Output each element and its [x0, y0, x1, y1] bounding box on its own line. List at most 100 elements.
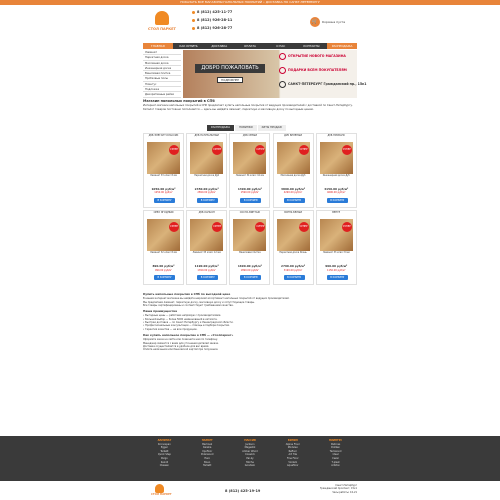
cart-icon: 🛒: [310, 17, 320, 27]
phone-text: 8 (812) 926-28-77: [197, 26, 233, 30]
sale-sticker: СУПЕР ЦЕНЫ: [341, 222, 352, 233]
tab-new[interactable]: НОВИНКИ: [235, 125, 257, 131]
product-old-price: 1150.00 руб/м²: [326, 268, 346, 272]
header: СТОЛ ПАРКЕТ 8 (812) 425-11-77 8 (812) 92…: [130, 5, 370, 43]
add-to-cart-button[interactable]: В КОРЗИНУ: [240, 198, 262, 203]
add-to-cart-button[interactable]: В КОРЗИНУ: [283, 198, 305, 203]
footer-phone[interactable]: 8 (812) 425-19-19: [225, 489, 260, 493]
nav-item-payment[interactable]: ОПЛАТА: [235, 43, 265, 49]
add-to-cart-button[interactable]: В КОРЗИНУ: [154, 275, 175, 281]
sidebar-item[interactable]: Декоративные рейки: [143, 92, 181, 98]
nav-item-delivery[interactable]: ДОСТАВКА: [204, 43, 234, 49]
footer-column: ПЛИНТУС Pedross Dollken Teckwood Ideal Cezar T…: [314, 439, 357, 468]
product-old-price: 2890.00 руб/м²: [197, 191, 216, 195]
product-title[interactable]: ДУБ СЕРЫЙ: [230, 134, 269, 142]
logo[interactable]: СТОЛ ПАРКЕТ: [147, 11, 177, 36]
product-card[interactable]: ДУБ КАНЬОНСУПЕР ЦЕНЫЛаминат 33 класс 12 …: [186, 210, 228, 286]
product-title[interactable]: ВЕНГЕ: [317, 211, 356, 219]
product-title[interactable]: ДУБ ЭЛЕГАНТ КЛАССИК: [144, 134, 183, 142]
seo-heading: Наши преимущества: [143, 309, 177, 314]
add-to-cart-button[interactable]: В КОРЗИНУ: [197, 198, 219, 203]
nav-item-how-to-buy[interactable]: КАК КУПИТЬ: [174, 43, 204, 49]
sale-sticker: СУПЕР ЦЕНЫ: [341, 145, 352, 155]
product-grid: ДУБ ЭЛЕГАНТ КЛАССИК СУПЕР ЦЕНЫ Ламинат 33 …: [143, 133, 357, 286]
footer: ЛАМИНАТ Kronospan Egger Tarkett Quick Step Pe…: [0, 436, 500, 481]
product-description: Ламинат 33 класс 12 мм: [192, 251, 221, 255]
product-title[interactable]: ЯСЕНЬ БЕЛЫЙ: [274, 211, 313, 219]
cart-button[interactable]: 🛒 Корзина пуста: [310, 17, 370, 31]
logo-icon: [154, 484, 164, 493]
tab-sale[interactable]: РАСПРОДАЖА: [207, 125, 235, 131]
product-description: Виниловая плитка: [239, 251, 261, 255]
product-card[interactable]: ДУБ СЕРЫЙСУПЕР ЦЕНЫЛаминат 34 класс 10 м…: [229, 133, 271, 208]
product-title[interactable]: ДУБ БЕЛЕНЫЙ: [274, 134, 313, 142]
footer-column: МАССИВ Jackson Magestik Amber Wood Coswick Pa…: [229, 439, 272, 468]
product-title[interactable]: ДУБ ПРОВАНС: [317, 134, 356, 142]
product-title[interactable]: ДУБ НАТУРАЛЬНЫЙ: [187, 134, 226, 142]
product-title[interactable]: ДУБ КАНЬОН: [187, 211, 226, 219]
main-nav: ГЛАВНАЯ КАК КУПИТЬ ДОСТАВКА ОПЛАТА О НАС…: [143, 43, 358, 49]
product-card[interactable]: ЯСЕНЬ БЕЛЫЙ СУПЕР ЦЕНЫ Паркетная доска Ясе…: [272, 210, 314, 286]
product-card[interactable]: ОРЕХ ЯГОДНЫЙСУПЕР ЦЕНЫЛаминат 32 класс 8…: [143, 210, 184, 286]
product-description: Инженерная доска Дуб: [322, 174, 350, 177]
product-title[interactable]: СОСНА ВИНТАЖ: [230, 211, 269, 219]
product-description: Ламинат 32 класс 8 мм: [150, 251, 177, 255]
phone-text: 8 (812) 425-11-77: [197, 10, 233, 14]
add-to-cart-button[interactable]: В КОРЗИНУ: [240, 275, 262, 281]
footer-logo[interactable]: СТОЛ ПАРКЕТ: [151, 484, 172, 498]
footer-columns: ЛАМИНАТ Kronospan Egger Tarkett Quick Step Pe…: [143, 439, 357, 468]
seo-heading: Как купить напольное покрытие в СПб — «С…: [143, 332, 234, 337]
product-card[interactable]: ДУБ ПРОВАНС СУПЕР ЦЕНЫ Инженерная доска Ду…: [315, 133, 357, 208]
phone-number[interactable]: 8 (812) 926-28-77: [192, 25, 252, 31]
sale-sticker: СУПЕР ЦЕНЫ: [298, 145, 309, 155]
banner-welcome: ДОБРО ПОЖАЛОВАТЬ: [195, 64, 265, 73]
add-to-cart-button[interactable]: В КОРЗИНУ: [154, 198, 175, 203]
product-description: Паркетная доска Ясень: [279, 251, 307, 255]
product-card[interactable]: ДУБ НАТУРАЛЬНЫЙСУПЕР ЦЕНЫПаркетная доска…: [186, 133, 228, 208]
banner-gifts: ПОДАРКИ ВСЕМ ПОКУПАТЕЛЯМ: [288, 68, 347, 72]
nav-item-contacts[interactable]: КОНТАКТЫ: [297, 43, 327, 49]
product-tabs: РАСПРОДАЖА НОВИНКИ ХИТЫ ПРОДАЖ: [207, 125, 287, 131]
phone-icon: [192, 26, 195, 30]
text-line: Все товары сертифицированы и соответству…: [143, 303, 234, 307]
footer-link[interactable]: Classen: [143, 464, 186, 468]
product-description: Паркетная доска Дуб: [194, 174, 220, 177]
cart-label: Корзина пуста: [322, 20, 346, 24]
seo-heading: Купить напольные покрытия в СПб по выгод…: [143, 292, 231, 296]
tab-hits[interactable]: ХИТЫ ПРОДАЖ: [257, 125, 287, 131]
product-old-price: 1390.00 руб/м²: [197, 268, 216, 272]
gift-icon: [279, 67, 286, 74]
product-card[interactable]: ВЕНГЕСУПЕР ЦЕНЫЛаминат 33 класс 8 мм990.…: [315, 210, 357, 286]
add-to-cart-button[interactable]: В КОРЗИНУ: [326, 198, 348, 203]
product-title[interactable]: ОРЕХ ЯГОДНЫЙ: [144, 211, 183, 219]
footer-link[interactable]: Goodwin: [229, 464, 272, 468]
logo-icon: [155, 11, 169, 25]
footer-logo-text: СТОЛ ПАРКЕТ: [151, 493, 172, 496]
footer-link[interactable]: Aquafloor: [271, 464, 314, 468]
banner-more-button[interactable]: ПОДРОБНЕЕ: [217, 77, 243, 83]
footer-link[interactable]: Tarkett: [186, 464, 229, 468]
phone-number[interactable]: 8 (812) 425-11-77: [192, 9, 252, 15]
add-to-cart-button[interactable]: В КОРЗИНУ: [197, 275, 219, 281]
phone-number[interactable]: 8 (812) 926-28-11: [192, 17, 252, 23]
sale-sticker: СУПЕР ЦЕНЫ: [298, 222, 309, 233]
product-card[interactable]: ДУБ ЭЛЕГАНТ КЛАССИК СУПЕР ЦЕНЫ Ламинат 33 …: [143, 133, 184, 208]
add-to-cart-button[interactable]: В КОРЗИНУ: [326, 275, 348, 281]
product-old-price: 990.00 руб/м²: [154, 268, 173, 272]
intro-section: Магазин напольных покрытий в СПб Интерне…: [143, 99, 357, 124]
footer-link[interactable]: Arbiton: [314, 464, 357, 468]
product-old-price: 4290.00 руб/м²: [283, 191, 303, 195]
nav-item-sale[interactable]: РАСПРОДАЖА: [327, 43, 358, 49]
banner-opening: ОТКРЫТИЕ НОВОГО МАГАЗИНА: [288, 54, 346, 58]
add-to-cart-button[interactable]: В КОРЗИНУ: [283, 275, 305, 281]
nav-item-home[interactable]: ГЛАВНАЯ: [143, 43, 173, 49]
banner-address: САНКТ-ПЕТЕРБУРГ Гражданский пр., 15к1: [288, 82, 367, 86]
phone-text: 8 (812) 926-28-11: [197, 18, 233, 22]
text-line: • Гарантия качества — на всю продукцию.: [143, 327, 198, 331]
promo-banner[interactable]: ДОБРО ПОЖАЛОВАТЬ ПОДРОБНЕЕ ОТКРЫТИЕ НОВО…: [183, 50, 367, 98]
nav-item-about[interactable]: О НАС: [266, 43, 296, 49]
product-card[interactable]: СОСНА ВИНТАЖСУПЕР ЦЕНЫВиниловая плитка16…: [229, 210, 271, 286]
product-description: Массивная доска Дуб: [280, 174, 306, 177]
product-old-price: 4690.00 руб/м²: [326, 191, 346, 195]
product-card[interactable]: ДУБ БЕЛЕНЫЙ СУПЕР ЦЕНЫ Массивная доска Дуб…: [272, 133, 314, 208]
